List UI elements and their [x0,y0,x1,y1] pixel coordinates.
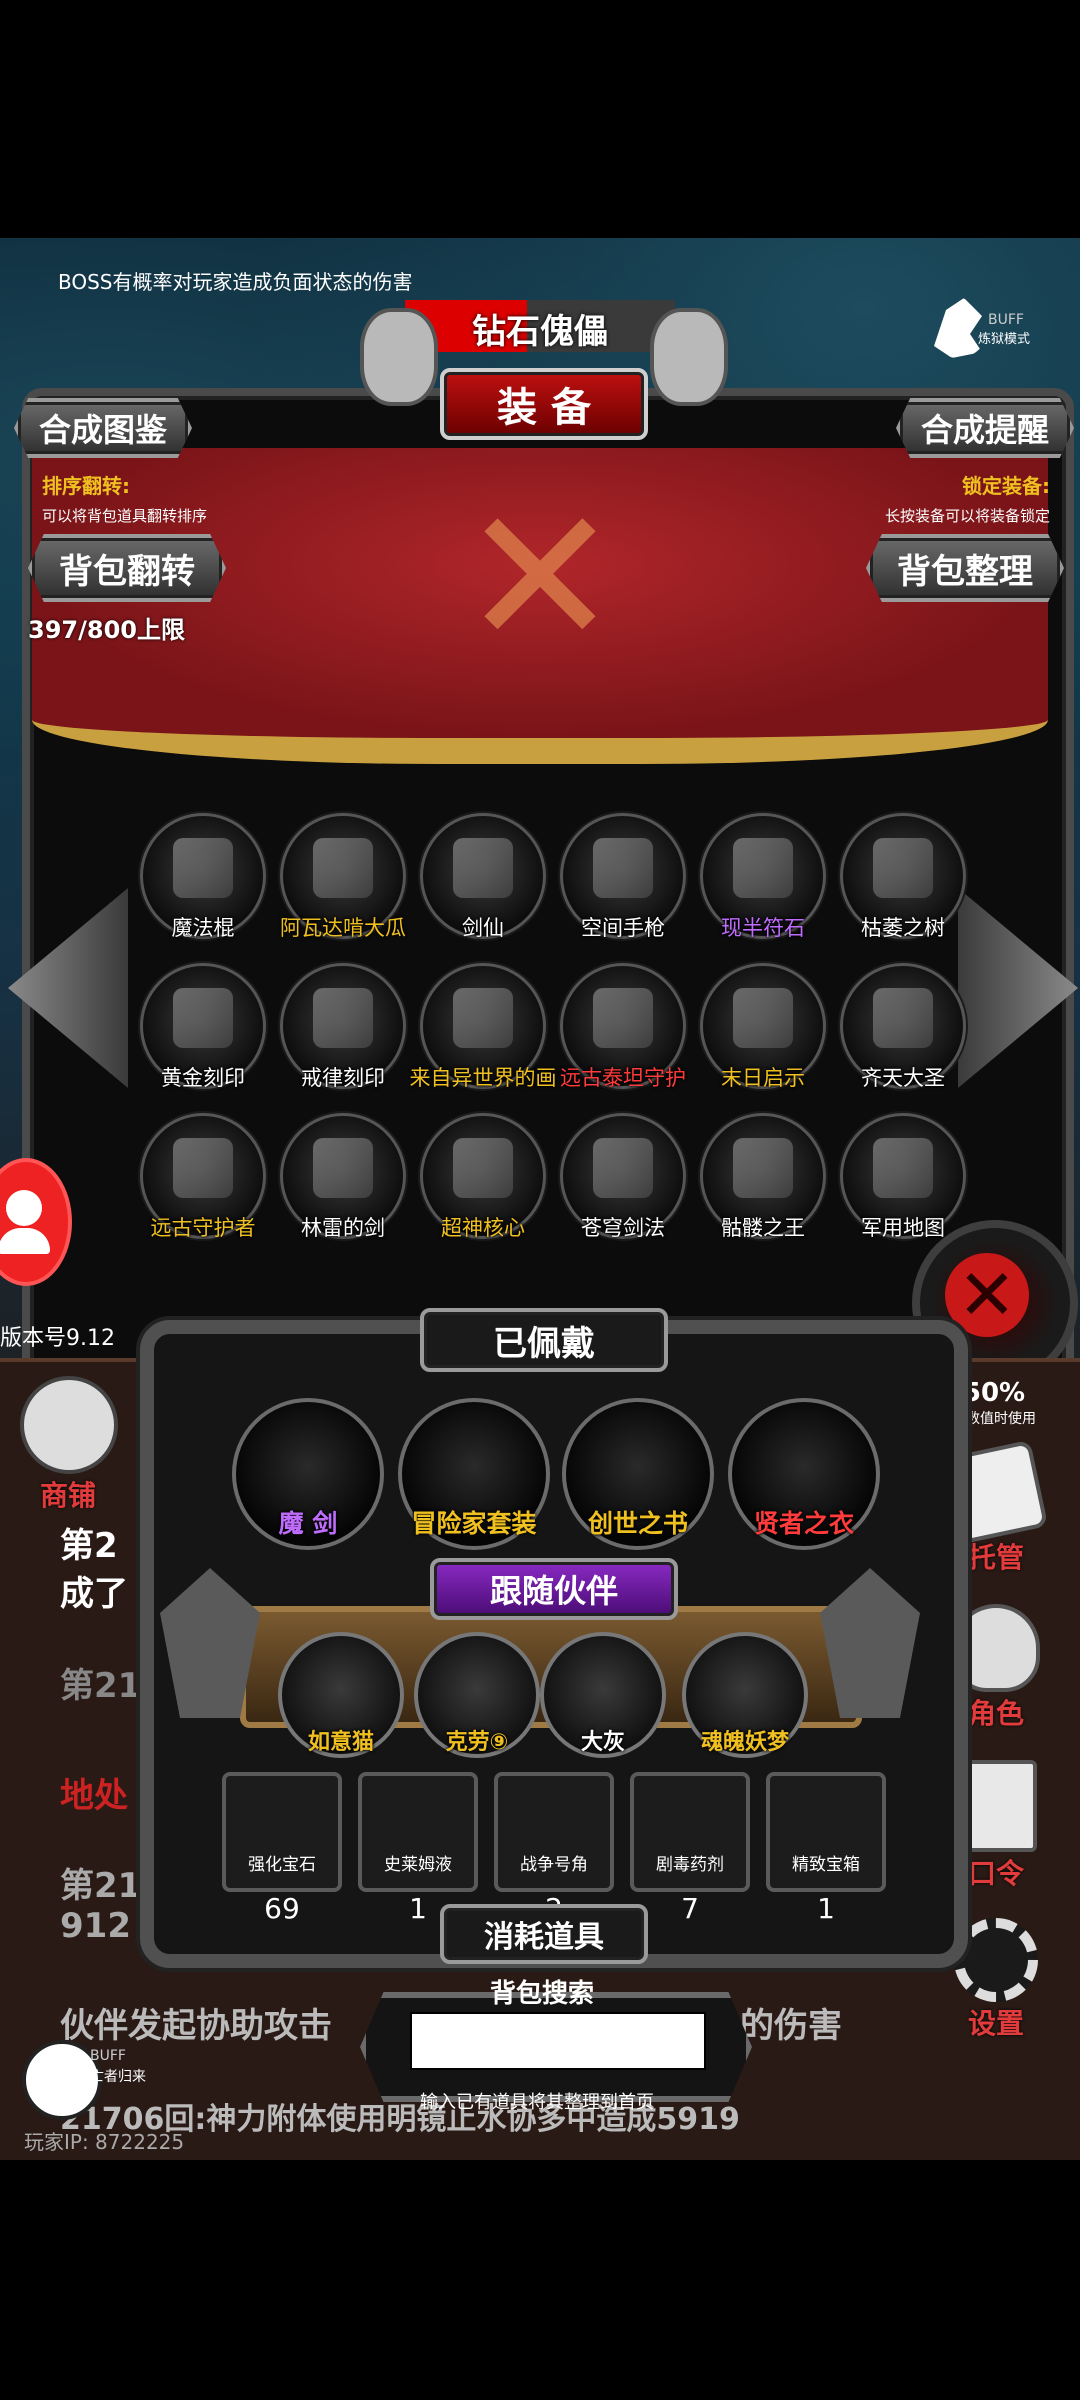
consumable-label: 剧毒药剂 [656,1855,724,1875]
consumable-label: 强化宝石 [248,1855,316,1875]
consumable-slot[interactable]: 史莱姆液 1 [358,1772,478,1925]
search-title: 背包搜索 [490,1979,595,2009]
consumable-count: 7 [681,1892,699,1925]
consumable-slot[interactable]: 剧毒药剂 7 [630,1772,750,1925]
consumable-slot[interactable]: 战争号角2 [494,1772,614,1925]
consumable-count: 1 [817,1892,835,1925]
consumable-list: 强化宝石 69 史莱姆液1战争号角2 剧毒药剂 7 精致宝箱 1 [0,238,1080,2160]
consumable-slot[interactable]: 精致宝箱 1 [766,1772,886,1925]
search-hint: 输入已有道具将其整理到首页 [420,2092,654,2113]
consumable-count: 69 [264,1892,300,1925]
consumable-label: 战争号角 [520,1855,588,1875]
player-ip: 玩家IP: 8722225 [24,2130,185,2154]
search-input[interactable] [410,2012,706,2070]
bottom-buff-badge[interactable]: BUFF 亡者归来 [18,2036,168,2120]
consumable-label: 精致宝箱 [792,1855,860,1875]
consumable-label: 史莱姆液 [384,1855,452,1875]
game-screen: BOSS有概率对玩家造成负面状态的伤害 钻石傀儡 BUFF 炼狱模式 ✕ 装 备… [0,238,1080,2160]
consumable-slot[interactable]: 强化宝石 69 [222,1772,342,1925]
consumables-title: 消耗道具 [440,1904,648,1964]
